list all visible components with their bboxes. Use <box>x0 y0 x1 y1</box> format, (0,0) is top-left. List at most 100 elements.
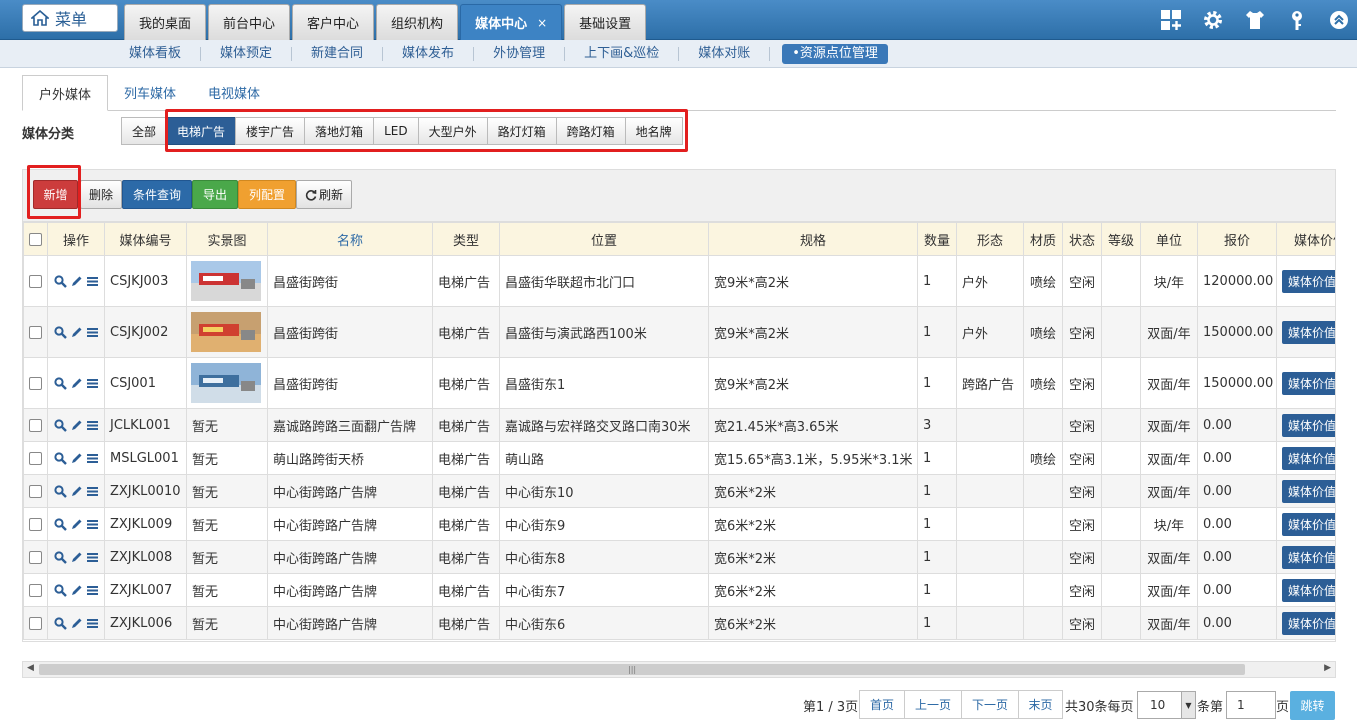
header-cell[interactable]: 形态 <box>956 222 1024 256</box>
row-checkbox[interactable] <box>29 451 42 465</box>
list-icon[interactable] <box>86 518 99 531</box>
header-cell[interactable]: 类型 <box>432 222 500 256</box>
select-all-checkbox[interactable] <box>29 232 42 246</box>
category-all-button[interactable]: 全部 <box>121 117 168 145</box>
table-row[interactable]: ZXJKL009 暂无 中心街跨路广告牌 电梯广告 中心街东9 宽6米*2米 1 空闲 块/年 0… <box>23 507 1335 541</box>
search-icon[interactable] <box>53 418 67 432</box>
row-select-cell[interactable] <box>23 357 48 409</box>
list-icon[interactable] <box>86 419 99 432</box>
edit-icon[interactable] <box>70 275 83 288</box>
media-value-button[interactable]: 媒体价值 <box>1282 413 1335 437</box>
subnav-item[interactable]: 外协管理 <box>474 46 566 61</box>
edit-icon[interactable] <box>70 419 83 432</box>
subnav-item[interactable]: 新建合同 <box>292 46 384 61</box>
media-value-button[interactable]: 媒体价值 <box>1282 371 1335 395</box>
row-select-cell[interactable] <box>23 606 48 640</box>
scrollbar-thumb[interactable] <box>39 664 1245 675</box>
nav-tab[interactable]: 前台中心 <box>208 4 291 40</box>
media-tab[interactable]: 户外媒体 <box>22 75 109 111</box>
row-select-cell[interactable] <box>23 408 48 442</box>
header-cell[interactable]: 规格 <box>708 222 918 256</box>
row-select-cell[interactable] <box>23 474 48 508</box>
media-value-button[interactable]: 媒体价值 <box>1282 512 1335 536</box>
row-checkbox[interactable] <box>29 583 42 597</box>
nav-tab[interactable]: 我的桌面 <box>124 4 207 40</box>
media-photo[interactable] <box>191 363 261 403</box>
chevron-down-icon[interactable]: ▼ <box>1181 692 1195 718</box>
row-checkbox[interactable] <box>29 550 42 564</box>
subnav-item[interactable]: 媒体预定 <box>201 46 293 61</box>
table-row[interactable]: ZXJKL0010 暂无 中心街跨路广告牌 电梯广告 中心街东10 宽6米*2米 1 空闲 双面… <box>23 474 1335 508</box>
header-cell[interactable]: 材质 <box>1023 222 1063 256</box>
header-cell[interactable]: 媒体价值 <box>1276 222 1335 256</box>
header-cell[interactable]: 单位 <box>1140 222 1198 256</box>
menu-button[interactable]: 菜单 <box>22 4 118 32</box>
cell-image[interactable] <box>186 306 268 358</box>
media-photo[interactable] <box>191 261 261 301</box>
media-value-button[interactable]: 媒体价值 <box>1282 545 1335 569</box>
row-select-cell[interactable] <box>23 255 48 307</box>
header-cell-sortable[interactable]: 名称 <box>267 222 433 256</box>
header-cell[interactable]: 媒体编号 <box>104 222 187 256</box>
page-number-input[interactable]: 1 <box>1226 691 1276 719</box>
search-icon[interactable] <box>53 484 67 498</box>
table-row[interactable]: MSLGL001 暂无 萌山路跨街天桥 电梯广告 萌山路 宽15.65*高3.1米，5.9… <box>23 441 1335 475</box>
edit-icon[interactable] <box>70 518 83 531</box>
table-row[interactable]: ZXJKL006 暂无 中心街跨路广告牌 电梯广告 中心街东6 宽6米*2米 1 空闲 双面/年… <box>23 606 1335 640</box>
row-select-cell[interactable] <box>23 573 48 607</box>
export-button[interactable]: 导出 <box>192 180 238 209</box>
page-size-select[interactable]: 10 ▼ <box>1137 691 1196 719</box>
horizontal-scrollbar[interactable]: ◀ ||| ▶ <box>22 661 1336 678</box>
edit-icon[interactable] <box>70 617 83 630</box>
table-row[interactable]: ZXJKL008 暂无 中心街跨路广告牌 电梯广告 中心街东8 宽6米*2米 1 空闲 双面/年… <box>23 540 1335 574</box>
row-select-cell[interactable] <box>23 540 48 574</box>
list-icon[interactable] <box>86 377 99 390</box>
media-value-button[interactable]: 媒体价值 <box>1282 320 1335 344</box>
list-icon[interactable] <box>86 551 99 564</box>
row-checkbox[interactable] <box>29 376 42 390</box>
table-row[interactable]: CSJKJ003 昌盛街跨街 电梯广告 昌盛街华联超市北门口 宽9米*高2米 1 户外 喷绘空… <box>23 255 1335 307</box>
search-icon[interactable] <box>53 583 67 597</box>
edit-icon[interactable] <box>70 377 83 390</box>
list-icon[interactable] <box>86 584 99 597</box>
list-icon[interactable] <box>86 452 99 465</box>
table-row[interactable]: CSJKJ002 昌盛街跨街 电梯广告 昌盛街与演武路西100米 宽9米*高2米 1 户外喷… <box>23 306 1335 358</box>
row-checkbox[interactable] <box>29 418 42 432</box>
media-value-button[interactable]: 媒体价值 <box>1282 446 1335 470</box>
row-select-cell[interactable] <box>23 306 48 358</box>
list-icon[interactable] <box>86 617 99 630</box>
header-cell[interactable]: 报价 <box>1197 222 1277 256</box>
select-all-cell[interactable] <box>23 222 48 256</box>
edit-icon[interactable] <box>70 326 83 339</box>
media-value-button[interactable]: 媒体价值 <box>1282 479 1335 503</box>
row-checkbox[interactable] <box>29 616 42 630</box>
table-row[interactable]: JCLKL001 暂无 嘉诚路跨路三面翻广告牌 电梯广告 嘉诚路与宏祥路交叉路口南30米… <box>23 408 1335 442</box>
list-icon[interactable] <box>86 275 99 288</box>
row-select-cell[interactable] <box>23 441 48 475</box>
media-value-button[interactable]: 媒体价值 <box>1282 269 1335 293</box>
row-checkbox[interactable] <box>29 325 42 339</box>
next-page-button[interactable]: 下一页 <box>961 690 1019 719</box>
collapse-up-icon[interactable] <box>1327 8 1351 32</box>
list-icon[interactable] <box>86 326 99 339</box>
query-button[interactable]: 条件查询 <box>122 180 192 209</box>
nav-tab[interactable]: 客户中心 <box>292 4 375 40</box>
search-icon[interactable] <box>53 274 67 288</box>
search-icon[interactable] <box>53 451 67 465</box>
nav-tab[interactable]: 媒体中心 × <box>460 4 563 40</box>
media-tab[interactable]: 列车媒体 <box>108 74 192 110</box>
jump-button[interactable]: 跳转 <box>1290 691 1335 720</box>
shirt-icon[interactable] <box>1243 8 1267 32</box>
first-page-button[interactable]: 首页 <box>859 690 905 719</box>
subnav-item-active[interactable]: •资源点位管理 <box>782 43 888 64</box>
table-row[interactable]: ZXJKL007 暂无 中心街跨路广告牌 电梯广告 中心街东7 宽6米*2米 1 空闲 双面/年… <box>23 573 1335 607</box>
close-icon[interactable]: × <box>537 16 547 30</box>
nav-tab[interactable]: 基础设置 <box>564 4 647 40</box>
key-icon[interactable] <box>1285 8 1309 32</box>
delete-button[interactable]: 删除 <box>80 180 122 209</box>
edit-icon[interactable] <box>70 452 83 465</box>
table-row[interactable]: CSJ001 昌盛街跨街 电梯广告 昌盛街东1 宽9米*高2米 1 跨路广告 喷绘 空闲 双面/年… <box>23 357 1335 409</box>
prev-page-button[interactable]: 上一页 <box>904 690 962 719</box>
last-page-button[interactable]: 末页 <box>1018 690 1063 719</box>
row-checkbox[interactable] <box>29 274 42 288</box>
